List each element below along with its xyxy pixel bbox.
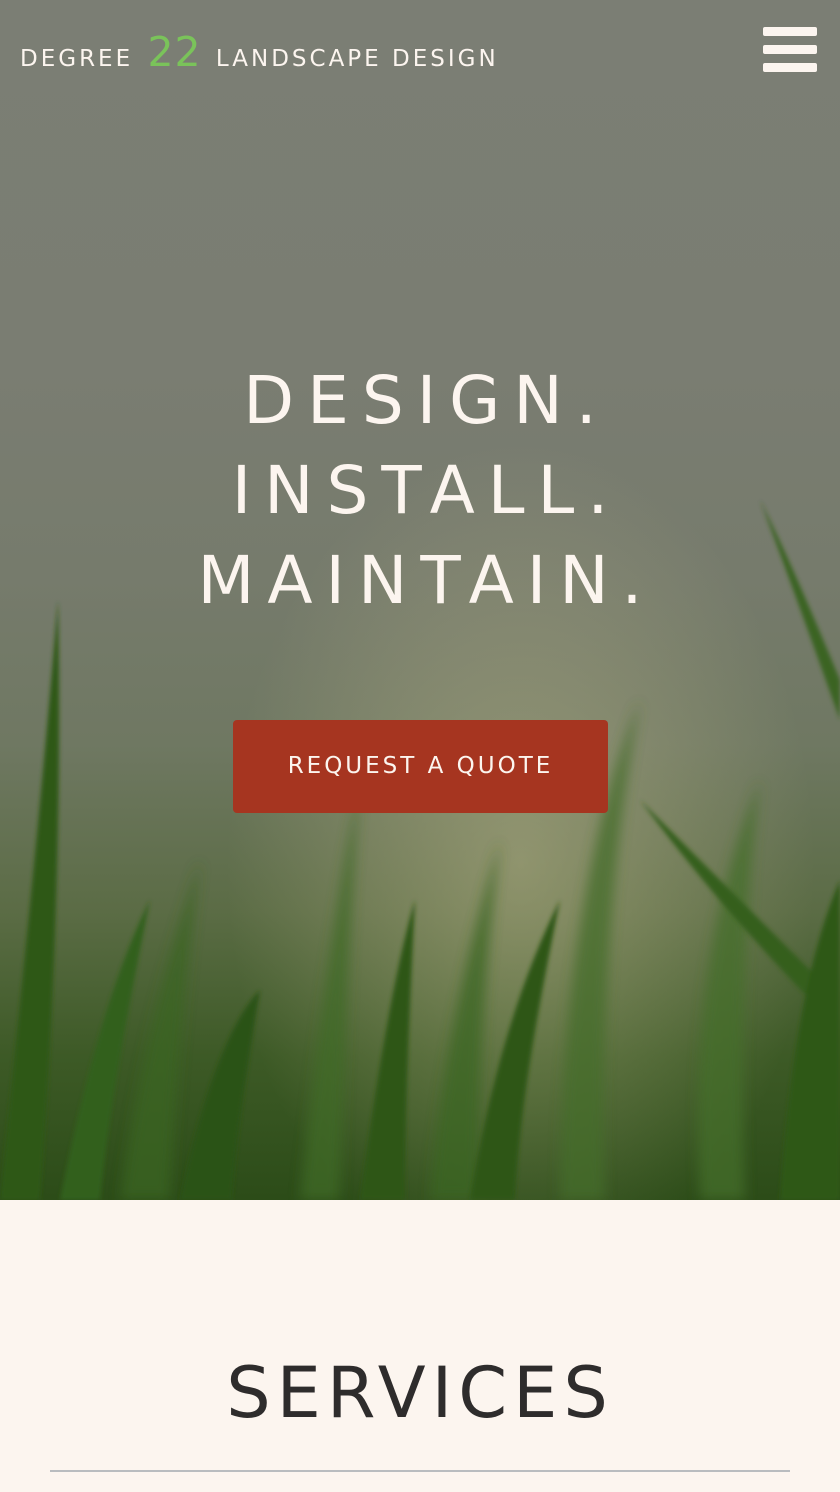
brand-suffix: LANDSCAPE DESIGN: [215, 46, 499, 72]
hero-section: DEGREE 22 LANDSCAPE DESIGN DESIGN. INSTA…: [0, 0, 840, 1200]
brand-prefix: DEGREE: [20, 46, 134, 72]
services-divider: [50, 1470, 790, 1472]
headline-line-install: INSTALL.: [231, 452, 622, 529]
hero-headline: DESIGN. INSTALL. MAINTAIN.: [0, 356, 840, 626]
headline-line-maintain: MAINTAIN.: [197, 542, 656, 619]
site-header: DEGREE 22 LANDSCAPE DESIGN: [0, 0, 840, 110]
hamburger-menu-icon[interactable]: [763, 27, 817, 73]
services-section: SERVICES: [0, 1200, 840, 1492]
headline-line-design: DESIGN.: [243, 362, 610, 439]
request-quote-button[interactable]: REQUEST A QUOTE: [233, 720, 608, 813]
brand-logo[interactable]: DEGREE 22 LANDSCAPE DESIGN: [20, 28, 499, 76]
brand-number: 22: [147, 28, 202, 76]
menu-bar-middle: [763, 45, 817, 54]
menu-bar-top: [763, 27, 817, 36]
services-title: SERVICES: [226, 1352, 614, 1434]
menu-bar-bottom: [763, 63, 817, 72]
